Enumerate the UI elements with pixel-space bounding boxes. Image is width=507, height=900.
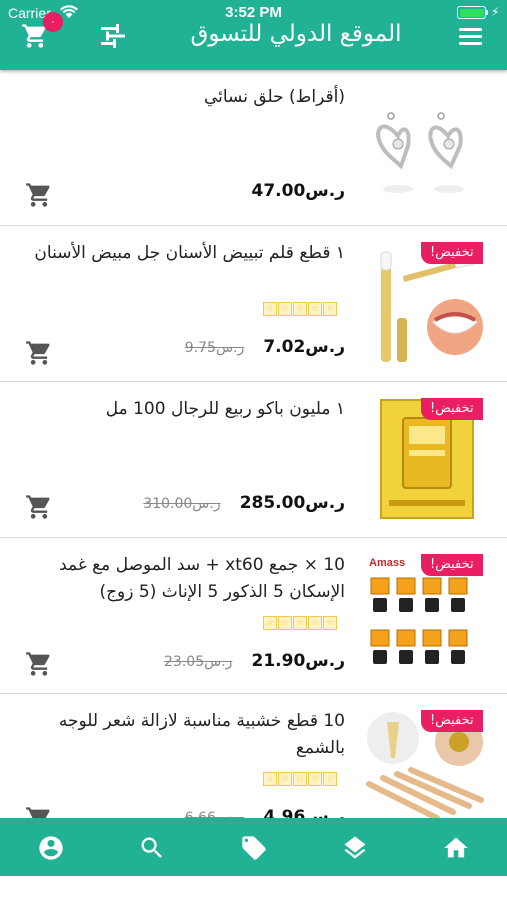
- product-price: ر.س7.02: [263, 337, 345, 357]
- price-row: ر.س21.90 ر.س23.05: [164, 651, 345, 671]
- currency-label: ر.س: [305, 651, 345, 671]
- old-price-value: 9.75: [184, 340, 216, 356]
- sale-badge: تخفيض!: [421, 554, 483, 576]
- svg-text:Amass: Amass: [369, 557, 405, 569]
- account-circle-icon: [39, 836, 63, 860]
- product-price: ر.س21.90: [252, 651, 345, 671]
- star-icon: ☆: [308, 302, 322, 316]
- sale-badge: تخفيض!: [421, 398, 483, 420]
- menu-button[interactable]: [456, 24, 486, 50]
- original-price: ر.س9.75: [185, 340, 244, 356]
- star-icon: ☆: [293, 616, 307, 630]
- home-icon: [444, 837, 468, 858]
- add-to-cart-icon[interactable]: [25, 650, 53, 678]
- price-row: ر.س47.00: [252, 181, 345, 201]
- original-price: ر.س6.66: [185, 810, 244, 818]
- hamburger-icon-line: [459, 42, 482, 45]
- product-item[interactable]: ١ مليون باكو ربيع للرجال 100 مل تخفيض! ر…: [0, 382, 507, 538]
- rating-stars: ☆ ☆ ☆ ☆ ☆: [262, 766, 337, 786]
- product-list[interactable]: (أقراط) حلق نسائي ر.س47.00 ١ قطع قلم تبي…: [0, 70, 507, 818]
- price-row: ر.س285.00 ر.س310.00: [143, 493, 345, 513]
- currency-label: ر.س: [305, 493, 345, 513]
- rating-stars: ☆ ☆ ☆ ☆ ☆: [262, 610, 337, 630]
- sale-badge: تخفيض!: [421, 242, 483, 264]
- currency-label: ر.س: [305, 807, 345, 818]
- currency-label: ر.س: [305, 337, 345, 357]
- tab-search[interactable]: [101, 818, 202, 876]
- search-icon: [141, 837, 162, 858]
- tag-icon: [242, 836, 266, 860]
- currency-label: ر.س: [215, 340, 245, 356]
- star-icon: ☆: [293, 772, 307, 786]
- currency-label: ر.س: [305, 181, 345, 201]
- star-icon: ☆: [278, 302, 292, 316]
- add-to-cart-icon[interactable]: [25, 805, 53, 818]
- home-indicator-area: [0, 876, 507, 900]
- price-value: 21.90: [251, 651, 306, 671]
- star-icon: ☆: [308, 772, 322, 786]
- star-icon: ☆: [323, 616, 337, 630]
- star-icon: ☆: [323, 302, 337, 316]
- price-value: 47.00: [251, 181, 306, 201]
- price-row: ر.س4.96 ر.س6.66: [185, 807, 345, 818]
- old-price-value: 6.66: [184, 810, 216, 818]
- tab-categories[interactable]: [304, 818, 405, 876]
- star-icon: ☆: [263, 302, 277, 316]
- add-to-cart-icon[interactable]: [25, 493, 53, 521]
- original-price: ر.س23.05: [164, 654, 232, 670]
- old-price-value: 23.05: [164, 654, 205, 670]
- filter-icon[interactable]: [99, 24, 127, 48]
- battery-icon: ⚡: [457, 5, 499, 20]
- product-item[interactable]: 10 قطع خشبية مناسبة لازالة شعر للوجه بال…: [0, 694, 507, 818]
- cart-count-badge: ٠: [43, 12, 63, 32]
- sale-badge: تخفيض!: [421, 710, 483, 732]
- add-to-cart-icon[interactable]: [25, 181, 53, 209]
- price-value: 285.00: [239, 493, 306, 513]
- currency-label: ر.س: [192, 496, 221, 512]
- star-icon: ☆: [293, 302, 307, 316]
- bottom-tab-bar: [0, 818, 507, 876]
- star-icon: ☆: [278, 616, 292, 630]
- product-price: ر.س4.96: [263, 807, 345, 818]
- tab-account[interactable]: [0, 818, 101, 876]
- tab-home[interactable]: [405, 818, 506, 876]
- product-name[interactable]: 10 قطع خشبية مناسبة لازالة شعر للوجه بال…: [20, 708, 345, 762]
- product-name[interactable]: (أقراط) حلق نسائي: [20, 84, 345, 111]
- price-value: 7.02: [263, 337, 306, 357]
- page-title: الموقع الدولي للتسوق: [190, 21, 402, 47]
- old-price-value: 310.00: [143, 496, 193, 512]
- hamburger-icon-line: [459, 35, 482, 38]
- add-to-cart-icon[interactable]: [25, 339, 53, 367]
- product-name[interactable]: ١ قطع قلم تبييض الأسنان جل مبيض الأسنان: [20, 240, 345, 267]
- price-row: ر.س7.02 ر.س9.75: [185, 337, 345, 357]
- star-icon: ☆: [278, 772, 292, 786]
- product-item[interactable]: 10 × جمع xt60 + سد الموصل مع غمد الإسكان…: [0, 538, 507, 694]
- price-value: 4.96: [263, 807, 306, 818]
- status-time: 3:52 PM: [225, 4, 282, 21]
- star-icon: ☆: [263, 772, 277, 786]
- product-name[interactable]: 10 × جمع xt60 + سد الموصل مع غمد الإسكان…: [20, 552, 345, 606]
- currency-label: ر.س: [215, 810, 245, 818]
- product-price: ر.س47.00: [252, 181, 345, 201]
- star-icon: ☆: [308, 616, 322, 630]
- hamburger-icon: [459, 28, 482, 31]
- product-price: ر.س285.00: [240, 493, 345, 513]
- product-image-earrings[interactable]: [363, 84, 489, 210]
- star-icon: ☆: [323, 772, 337, 786]
- star-icon: ☆: [263, 616, 277, 630]
- app-header: Carrier 3:52 PM ⚡ الموقع الدولي للتسوق ٠: [0, 0, 507, 70]
- product-name[interactable]: ١ مليون باكو ربيع للرجال 100 مل: [20, 396, 345, 423]
- tab-offers[interactable]: [203, 818, 304, 876]
- layers-icon: [344, 836, 366, 859]
- original-price: ر.س310.00: [143, 496, 220, 512]
- product-item[interactable]: ١ قطع قلم تبييض الأسنان جل مبيض الأسنان …: [0, 226, 507, 382]
- product-item[interactable]: (أقراط) حلق نسائي ر.س47.00: [0, 70, 507, 226]
- currency-label: ر.س: [204, 654, 233, 670]
- rating-stars: ☆ ☆ ☆ ☆ ☆: [262, 296, 337, 316]
